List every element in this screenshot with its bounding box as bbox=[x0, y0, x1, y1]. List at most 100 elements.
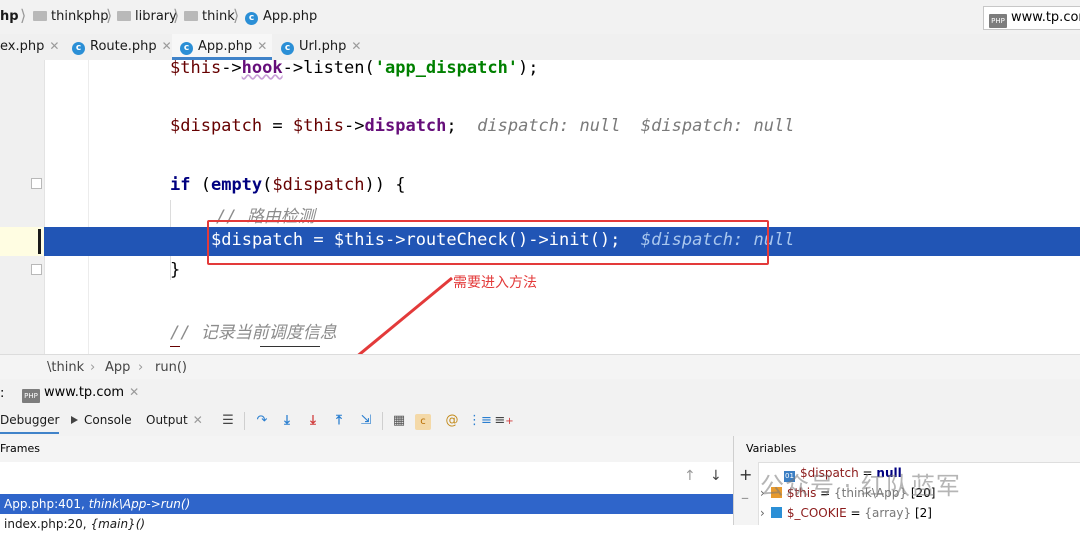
tab-label: Console bbox=[84, 413, 132, 427]
chevron-right-icon: ⟩ bbox=[233, 6, 240, 25]
chevron-right-icon: › bbox=[90, 360, 96, 375]
chevron-right-icon: ⟩ bbox=[173, 6, 180, 25]
frames-list: ↑ ↓ App.php:401, think\App->run() index.… bbox=[0, 462, 734, 531]
variable-value: [2] bbox=[911, 506, 932, 520]
nav-crumb-library[interactable]: library bbox=[117, 9, 177, 24]
tab-console[interactable]: Console bbox=[71, 413, 132, 427]
frame-method: think\App->run() bbox=[88, 497, 191, 511]
navigation-bar: hp ⟩ thinkphp ⟩ library ⟩ think ⟩ c App.p… bbox=[0, 0, 1080, 35]
console-icon bbox=[71, 416, 78, 424]
nav-crumb-root[interactable]: hp bbox=[0, 9, 19, 24]
tab-index-php[interactable]: ex.php ✕ bbox=[0, 34, 62, 60]
toolbar-separator bbox=[244, 412, 245, 430]
code-line: $dispatch = $this->dispatch; dispatch: n… bbox=[170, 116, 795, 136]
evaluate-expression-icon[interactable]: ▦ bbox=[389, 411, 409, 431]
nav-crumb-label: App.php bbox=[263, 9, 318, 24]
variables-header: Variables bbox=[734, 436, 1080, 463]
folder-icon bbox=[184, 11, 198, 21]
fold-marker-icon[interactable] bbox=[31, 264, 42, 275]
variable-eq: = bbox=[846, 506, 865, 520]
fold-marker-icon[interactable] bbox=[31, 178, 42, 189]
watermark: 公众号 · 红队蓝军 bbox=[760, 472, 961, 500]
indent-guide bbox=[88, 60, 89, 354]
class-view-icon[interactable]: c bbox=[415, 414, 431, 430]
code-crumb-namespace[interactable]: \think bbox=[47, 360, 84, 375]
frame-row-selected[interactable]: App.php:401, think\App->run() bbox=[0, 494, 734, 514]
close-icon[interactable]: ✕ bbox=[49, 39, 59, 53]
frames-title: Frames bbox=[0, 442, 41, 455]
tab-label: App.php bbox=[198, 39, 253, 54]
layout-menu-icon[interactable]: ☰ bbox=[218, 411, 238, 431]
debug-session-tab[interactable]: PHP www.tp.com ✕ bbox=[22, 385, 139, 403]
frames-header: Frames bbox=[0, 436, 734, 463]
nav-crumb-label: library bbox=[135, 9, 177, 24]
step-over-icon[interactable]: ↷ bbox=[252, 411, 272, 431]
code-crumb-method[interactable]: run() bbox=[155, 360, 187, 375]
code-line: $this->hook->listen('app_dispatch'); bbox=[170, 60, 539, 78]
folder-icon bbox=[117, 11, 131, 21]
frame-method: {main}() bbox=[90, 517, 146, 531]
php-icon: PHP bbox=[22, 389, 40, 403]
force-step-into-icon[interactable]: ⤓ bbox=[303, 411, 323, 431]
tab-output[interactable]: Output ✕ bbox=[146, 413, 203, 427]
php-class-icon: c bbox=[245, 12, 258, 25]
variables-side-toolbar: + – bbox=[734, 462, 759, 525]
tab-app-php[interactable]: c App.php ✕ bbox=[172, 34, 272, 60]
php-class-icon: c bbox=[180, 42, 193, 55]
step-into-icon[interactable]: ⤓ bbox=[277, 411, 297, 431]
php-class-icon: c bbox=[72, 42, 85, 55]
run-to-cursor-icon[interactable]: ⇲ bbox=[356, 411, 376, 431]
arrow-up-icon[interactable]: ↑ bbox=[684, 468, 696, 484]
editor-gutter[interactable] bbox=[0, 60, 45, 354]
php-class-icon: c bbox=[281, 42, 294, 55]
close-icon[interactable]: ✕ bbox=[257, 39, 267, 53]
nav-crumb-file[interactable]: c App.php bbox=[245, 9, 317, 25]
nav-crumb-think[interactable]: think bbox=[184, 9, 235, 24]
tab-label: Output bbox=[146, 413, 188, 427]
variable-name: $_COOKIE bbox=[786, 506, 847, 520]
chevron-right-icon: ⟩ bbox=[106, 6, 113, 25]
run-configuration-select[interactable]: PHP www.tp.com bbox=[983, 6, 1080, 30]
close-icon[interactable]: ✕ bbox=[162, 39, 172, 53]
tab-url-php[interactable]: c Url.php ✕ bbox=[281, 34, 371, 60]
editor-tab-bar: ex.php ✕ c Route.php ✕ c App.php ✕ c Url.php ✕ bbox=[0, 34, 1080, 61]
inline-debug-value: dispatch: null $dispatch: null bbox=[477, 116, 795, 136]
tab-label: ex.php bbox=[0, 39, 45, 54]
nav-crumb-thinkphp[interactable]: thinkphp bbox=[33, 9, 108, 24]
code-editor[interactable]: $this->hook->listen('app_dispatch'); $di… bbox=[0, 60, 1080, 354]
minus-icon[interactable]: – bbox=[741, 488, 749, 507]
variable-type: {array} bbox=[864, 506, 912, 520]
variables-title: Variables bbox=[746, 442, 797, 455]
watch-icon[interactable]: @ bbox=[442, 411, 462, 431]
tab-label: Route.php bbox=[90, 39, 157, 54]
debug-tool-window-header: : PHP www.tp.com ✕ bbox=[0, 379, 1080, 409]
arrow-down-icon[interactable]: ↓ bbox=[710, 468, 722, 484]
run-config-label: www.tp.com bbox=[1011, 10, 1080, 25]
numbered-list-icon[interactable]: ⋮≡ bbox=[468, 411, 492, 431]
chevron-right-icon: ⟩ bbox=[20, 6, 27, 25]
code-crumb-class[interactable]: App bbox=[105, 360, 130, 375]
variable-row[interactable]: › $_COOKIE = {array} [2] bbox=[760, 506, 932, 520]
folder-icon bbox=[33, 11, 47, 21]
debug-toolbar: Debugger Console Output ✕ ☰ ↷ ⤓ ⤓ ⤒ ⇲ ▦ c… bbox=[0, 408, 1080, 437]
frame-file: App.php:401, bbox=[4, 497, 89, 511]
annotation-highlight-box bbox=[207, 220, 769, 265]
caret bbox=[38, 229, 41, 254]
annotation-text: 需要进入方法 bbox=[453, 275, 537, 291]
plus-icon[interactable]: + bbox=[739, 465, 752, 484]
close-icon[interactable]: ✕ bbox=[193, 413, 203, 427]
close-icon[interactable]: ✕ bbox=[129, 385, 139, 399]
expand-chevron-icon[interactable]: › bbox=[760, 506, 765, 520]
tab-debugger[interactable]: Debugger bbox=[0, 413, 60, 434]
tab-label: Url.php bbox=[299, 39, 347, 54]
tab-route-php[interactable]: c Route.php ✕ bbox=[72, 34, 172, 60]
step-out-icon[interactable]: ⤒ bbox=[329, 411, 349, 431]
code-breadcrumb: \think › App › run() bbox=[0, 354, 1080, 379]
array-icon bbox=[770, 507, 782, 518]
add-watch-icon[interactable]: ≡+ bbox=[494, 411, 514, 431]
frame-row[interactable]: index.php:20, {main}() bbox=[0, 514, 734, 534]
close-icon[interactable]: ✕ bbox=[351, 39, 361, 53]
frame-file: index.php:20, bbox=[4, 517, 91, 531]
php-icon: PHP bbox=[989, 14, 1007, 28]
code-line: if (empty($dispatch)) { bbox=[170, 175, 406, 195]
